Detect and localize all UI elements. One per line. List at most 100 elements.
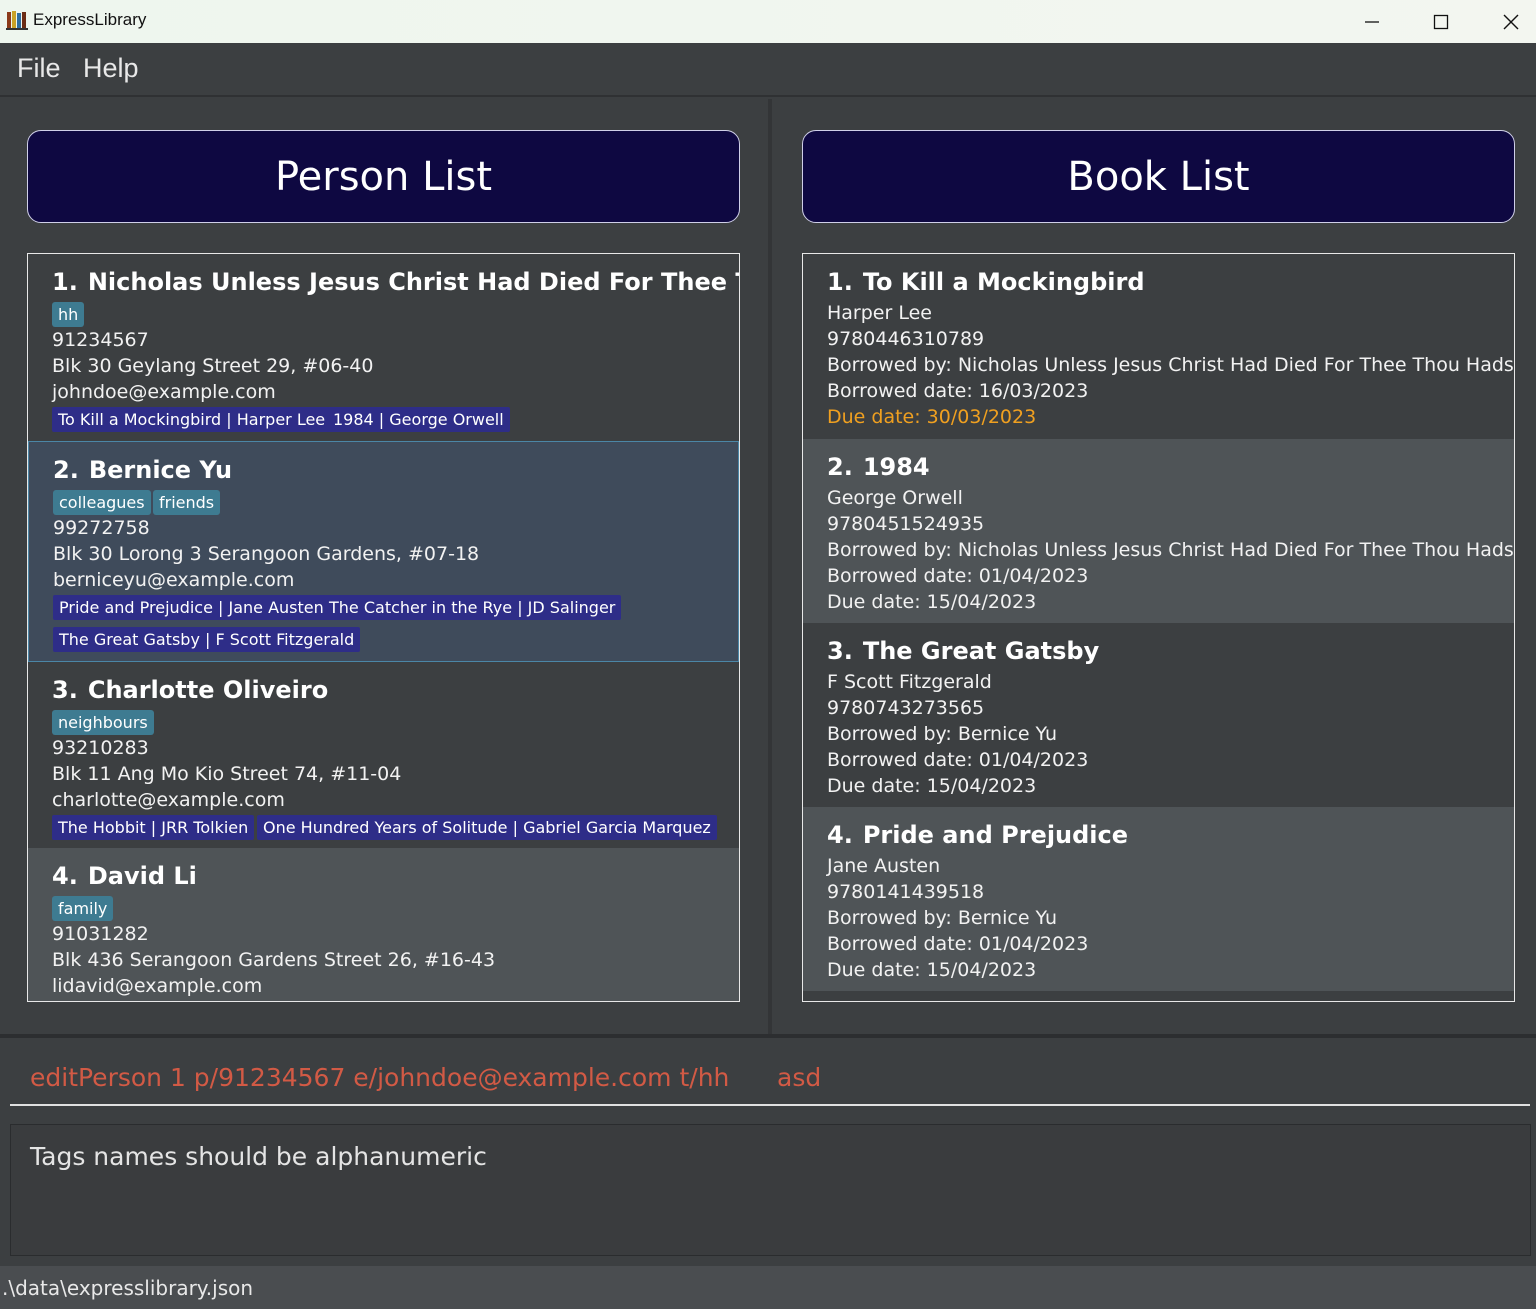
book-card[interactable]: 3. The Great Gatsby F Scott Fitzgerald 97…: [803, 623, 1514, 807]
person-card[interactable]: 1. Nicholas Unless Jesus Christ Had Died …: [28, 254, 739, 442]
person-phone: 91234567: [52, 329, 149, 351]
person-address: Blk 436 Serangoon Gardens Street 26, #16…: [52, 949, 496, 971]
book-card[interactable]: 4. Pride and Prejudice Jane Austen 978014…: [803, 807, 1514, 991]
person-card-selected[interactable]: 2. Bernice Yu colleagues friends 99272758…: [28, 441, 739, 662]
close-icon: [1503, 14, 1519, 29]
book-due-date: Due date: 15/04/2023: [827, 775, 1037, 797]
minimize-button[interactable]: [1337, 0, 1407, 43]
person-name: 1. Nicholas Unless Jesus Christ Had Died …: [52, 268, 739, 296]
borrowed-book-tag: Pride and Prejudice | Jane Austen: [53, 595, 330, 620]
book-title: 4. Pride and Prejudice: [827, 821, 1128, 849]
book-title-text: To Kill a Mockingbird: [862, 268, 1145, 296]
book-card[interactable]: 2. 1984 George Orwell 9780451524935 Borro…: [803, 439, 1514, 623]
person-email: johndoe@example.com: [52, 381, 276, 403]
result-display[interactable]: Tags names should be alphanumeric: [10, 1124, 1531, 1256]
person-tag: hh: [52, 302, 85, 327]
person-index: 2.: [53, 456, 79, 484]
book-borrowed-date: Borrowed date: 01/04/2023: [827, 565, 1089, 587]
book-index: 1.: [827, 268, 853, 296]
book-title: 3. The Great Gatsby: [827, 637, 1099, 665]
book-due-date: Due date: 15/04/2023: [827, 591, 1037, 613]
status-bar: .\data\expresslibrary.json: [0, 1266, 1536, 1309]
book-card[interactable]: 1. To Kill a Mockingbird Harper Lee 97804…: [803, 254, 1514, 439]
close-button[interactable]: [1476, 0, 1536, 43]
borrowed-book-tag: The Great Gatsby | F Scott Fitzgerald: [53, 627, 361, 652]
book-list-header: Book List: [802, 130, 1515, 223]
command-input[interactable]: editPerson 1 p/91234567 e/johndoe@exampl…: [30, 1063, 821, 1092]
book-borrowed-by: Borrowed by: Bernice Yu: [827, 907, 1058, 929]
book-isbn: 9780451524935: [827, 513, 985, 535]
person-tag: colleagues: [53, 490, 151, 515]
books-icon: [6, 9, 28, 31]
person-name-text: Bernice Yu: [88, 456, 233, 484]
person-address: Blk 30 Geylang Street 29, #06-40: [52, 355, 374, 377]
person-card[interactable]: 3. Charlotte Oliveiro neighbours 93210283…: [28, 662, 739, 848]
book-title-text: Pride and Prejudice: [862, 821, 1129, 849]
borrowed-book-tag: The Hobbit | JRR Tolkien: [52, 815, 255, 840]
person-email: charlotte@example.com: [52, 789, 285, 811]
book-due-date: Due date: 15/04/2023: [827, 959, 1037, 981]
person-index: 1.: [52, 268, 78, 296]
book-title-text: 1984: [862, 453, 930, 481]
menu-help[interactable]: Help: [83, 53, 139, 84]
person-address: Blk 30 Lorong 3 Serangoon Gardens, #07-1…: [53, 543, 480, 565]
book-borrowed-by: Borrowed by: Nicholas Unless Jesus Chris…: [827, 354, 1515, 376]
person-name-text: Charlotte Oliveiro: [87, 676, 329, 704]
person-email: berniceyu@example.com: [53, 569, 295, 591]
book-index: 3.: [827, 637, 853, 665]
book-borrowed-by: Borrowed by: Nicholas Unless Jesus Chris…: [827, 539, 1515, 561]
person-list[interactable]: 1. Nicholas Unless Jesus Christ Had Died …: [27, 253, 740, 1002]
book-title: 1. To Kill a Mockingbird: [827, 268, 1145, 296]
book-borrowed-by: Borrowed by: Bernice Yu: [827, 723, 1058, 745]
window-title: ExpressLibrary: [33, 10, 147, 29]
menu-bar: File Help: [0, 43, 1536, 97]
person-name: 4. David Li: [52, 862, 197, 890]
person-phone: 99272758: [53, 517, 150, 539]
command-box[interactable]: editPerson 1 p/91234567 e/johndoe@exampl…: [10, 1046, 1530, 1106]
person-name: 3. Charlotte Oliveiro: [52, 676, 328, 704]
result-message: Tags names should be alphanumeric: [30, 1142, 487, 1171]
book-isbn: 9780743273565: [827, 697, 985, 719]
person-tag: family: [52, 896, 114, 921]
borrowed-book-tag: 1984 | George Orwell: [327, 407, 510, 432]
person-index: 4.: [52, 862, 78, 890]
person-list-header: Person List: [27, 130, 740, 223]
book-borrowed-date: Borrowed date: 01/04/2023: [827, 933, 1089, 955]
person-phone: 91031282: [52, 923, 149, 945]
borrowed-book-tag: To Kill a Mockingbird | Harper Lee: [52, 407, 332, 432]
book-author: F Scott Fitzgerald: [827, 671, 992, 693]
book-title-text: The Great Gatsby: [862, 637, 1100, 665]
person-name-text: Nicholas Unless Jesus Christ Had Died Fo…: [87, 268, 739, 296]
bottom-separator: [0, 1034, 1536, 1038]
book-list[interactable]: 1. To Kill a Mockingbird Harper Lee 97804…: [802, 253, 1515, 1002]
title-bar: ExpressLibrary: [0, 0, 1536, 43]
maximize-button[interactable]: [1406, 0, 1476, 43]
menu-file[interactable]: File: [17, 53, 61, 84]
panel-divider[interactable]: [768, 99, 772, 1034]
person-phone: 93210283: [52, 737, 149, 759]
book-index: 2.: [827, 453, 853, 481]
book-title: 2. 1984: [827, 453, 930, 481]
book-isbn: 9780141439518: [827, 881, 985, 903]
person-email: lidavid@example.com: [52, 975, 263, 997]
person-card[interactable]: 4. David Li family 91031282 Blk 436 Seran…: [28, 848, 739, 1001]
book-due-date: Due date: 30/03/2023: [827, 406, 1037, 428]
person-index: 3.: [52, 676, 78, 704]
data-file-path: .\data\expresslibrary.json: [2, 1276, 254, 1300]
maximize-icon: [1433, 14, 1449, 29]
person-tag: friends: [153, 490, 221, 515]
book-author: George Orwell: [827, 487, 963, 509]
borrowed-book-tag: One Hundred Years of Solitude | Gabriel …: [257, 815, 717, 840]
person-tag: neighbours: [52, 710, 154, 735]
book-author: Jane Austen: [827, 855, 941, 877]
person-name: 2. Bernice Yu: [53, 456, 232, 484]
book-isbn: 9780446310789: [827, 328, 985, 350]
book-borrowed-date: Borrowed date: 16/03/2023: [827, 380, 1089, 402]
minimize-icon: [1365, 20, 1379, 23]
borrowed-book-tag: The Catcher in the Rye | JD Salinger: [323, 595, 622, 620]
book-borrowed-date: Borrowed date: 01/04/2023: [827, 749, 1089, 771]
book-author: Harper Lee: [827, 302, 932, 324]
book-index: 4.: [827, 821, 853, 849]
person-address: Blk 11 Ang Mo Kio Street 74, #11-04: [52, 763, 402, 785]
person-name-text: David Li: [87, 862, 197, 890]
